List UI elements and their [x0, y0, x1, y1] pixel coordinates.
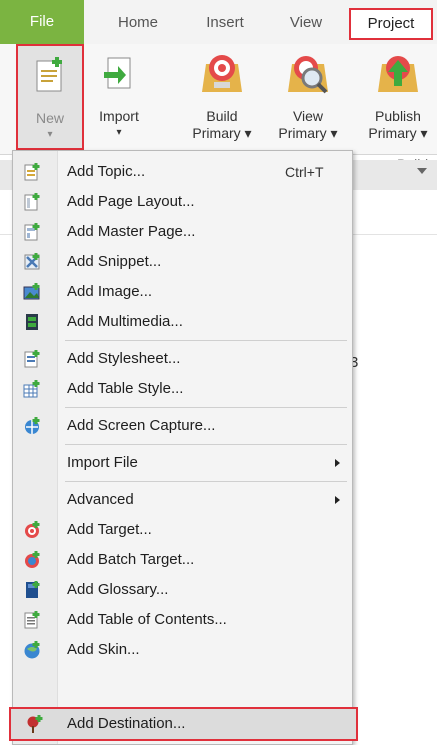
stylesheet-icon — [24, 350, 40, 368]
menu-item-label: Add Page Layout... — [67, 193, 195, 210]
batch-target-icon — [25, 551, 40, 568]
ribbon: New ▾ Import ▾ Build Primary ▾ View Prim… — [0, 44, 437, 172]
multimedia-icon — [26, 314, 38, 330]
new-dropdown-arrow: ▾ — [47, 129, 53, 140]
menu-item-add-snippet[interactable]: Add Snippet... — [13, 247, 352, 277]
toc-icon — [24, 611, 40, 629]
menu-item-label: Add Multimedia... — [67, 313, 183, 330]
view-label-1: View — [292, 108, 324, 124]
import-dropdown-arrow: ▾ — [116, 127, 122, 138]
table-style-icon — [23, 380, 40, 398]
publish-label-2: Primary ▾ — [368, 125, 428, 141]
menu-item-add-toc[interactable]: Add Table of Contents... — [13, 605, 352, 635]
menu-item-add-topic[interactable]: Add Topic... Ctrl+T — [13, 157, 352, 187]
screen-capture-icon — [25, 417, 40, 434]
publish-primary-button[interactable]: Publish Primary ▾ — [356, 44, 437, 150]
menu-item-label: Advanced — [67, 491, 134, 508]
menu-separator — [65, 481, 347, 482]
menu-item-add-page-layout[interactable]: Add Page Layout... — [13, 187, 352, 217]
build-primary-button[interactable]: Build Primary ▾ — [182, 44, 262, 150]
menu-item-add-image[interactable]: Add Image... — [13, 277, 352, 307]
menu-item-label: Add Stylesheet... — [67, 350, 181, 367]
topic-icon — [24, 163, 40, 181]
menu-item-label: Add Snippet... — [67, 253, 162, 270]
menu-item-label: Add Master Page... — [67, 223, 196, 240]
menu-item-label: Add Table Style... — [67, 380, 184, 397]
menu-separator — [65, 444, 347, 445]
publish-target-icon — [378, 56, 418, 92]
menu-item-import-file[interactable]: Import File — [13, 448, 352, 478]
submenu-arrow-icon — [335, 496, 340, 504]
tab-file[interactable]: File — [0, 0, 84, 44]
menu-item-add-stylesheet[interactable]: Add Stylesheet... — [13, 344, 352, 374]
menu-item-label: Add Skin... — [67, 641, 140, 658]
shortcut-text: Ctrl+T — [285, 164, 324, 180]
master-page-icon — [24, 223, 40, 241]
menu-item-label: Add Topic... — [67, 163, 146, 180]
pane-dropdown-icon[interactable] — [417, 168, 427, 174]
menu-item-label: Add Batch Target... — [67, 551, 195, 568]
target-icon — [25, 521, 40, 538]
import-label: Import — [99, 108, 139, 124]
snippet-icon — [24, 253, 40, 270]
menu-item-add-skin[interactable]: Add Skin... — [13, 635, 352, 665]
menu-item-label: Add Table of Contents... — [67, 611, 227, 628]
menu-item-label: Import File — [67, 454, 138, 471]
menu-item-add-multimedia[interactable]: Add Multimedia... — [13, 307, 352, 337]
menu-item-add-glossary[interactable]: Add Glossary... — [13, 575, 352, 605]
build-label-1: Build — [206, 108, 238, 124]
menu-item-label: Add Image... — [67, 283, 153, 300]
tab-project[interactable]: Project — [349, 8, 433, 40]
destination-icon — [27, 715, 43, 733]
submenu-arrow-icon — [335, 459, 340, 467]
import-button[interactable]: Import ▾ — [88, 44, 150, 150]
ribbon-tab-bar: File Home Insert View Project — [0, 0, 437, 44]
menu-item-label: Add Destination... — [67, 715, 186, 732]
image-icon — [23, 283, 40, 300]
view-primary-button[interactable]: View Primary ▾ — [268, 44, 348, 150]
new-button[interactable]: New ▾ — [16, 44, 84, 150]
menu-separator — [65, 340, 347, 341]
new-button-label: New — [35, 110, 64, 126]
menu-item-label: Add Screen Capture... — [67, 417, 216, 434]
publish-label-1: Publish — [375, 108, 421, 124]
tab-insert[interactable]: Insert — [195, 10, 255, 36]
new-document-icon — [36, 57, 62, 92]
menu-separator — [65, 407, 347, 408]
build-label-2: Primary ▾ — [192, 125, 252, 141]
page-layout-icon — [24, 193, 40, 211]
menu-item-add-target[interactable]: Add Target... — [13, 515, 352, 545]
menu-item-advanced[interactable]: Advanced — [13, 485, 352, 515]
menu-item-add-table-style[interactable]: Add Table Style... — [13, 374, 352, 404]
tab-home[interactable]: Home — [108, 10, 168, 36]
menu-item-add-screen-capture[interactable]: Add Screen Capture... — [13, 411, 352, 441]
menu-item-add-batch-target[interactable]: Add Batch Target... — [13, 545, 352, 575]
import-icon — [104, 57, 131, 89]
new-dropdown-menu: Add Topic... Ctrl+T Add Page Layout... A… — [9, 150, 358, 745]
menu-item-add-master-page[interactable]: Add Master Page... — [13, 217, 352, 247]
menu-item-add-destination[interactable]: Add Destination... — [9, 707, 358, 741]
tab-view[interactable]: View — [282, 10, 330, 36]
menu-item-label: Add Glossary... — [67, 581, 169, 598]
skin-icon — [24, 641, 40, 659]
build-target-icon — [202, 55, 242, 92]
menu-item-label: Add Target... — [67, 521, 152, 538]
view-target-icon — [288, 56, 328, 94]
view-label-2: Primary ▾ — [278, 125, 338, 141]
glossary-icon — [26, 581, 40, 598]
